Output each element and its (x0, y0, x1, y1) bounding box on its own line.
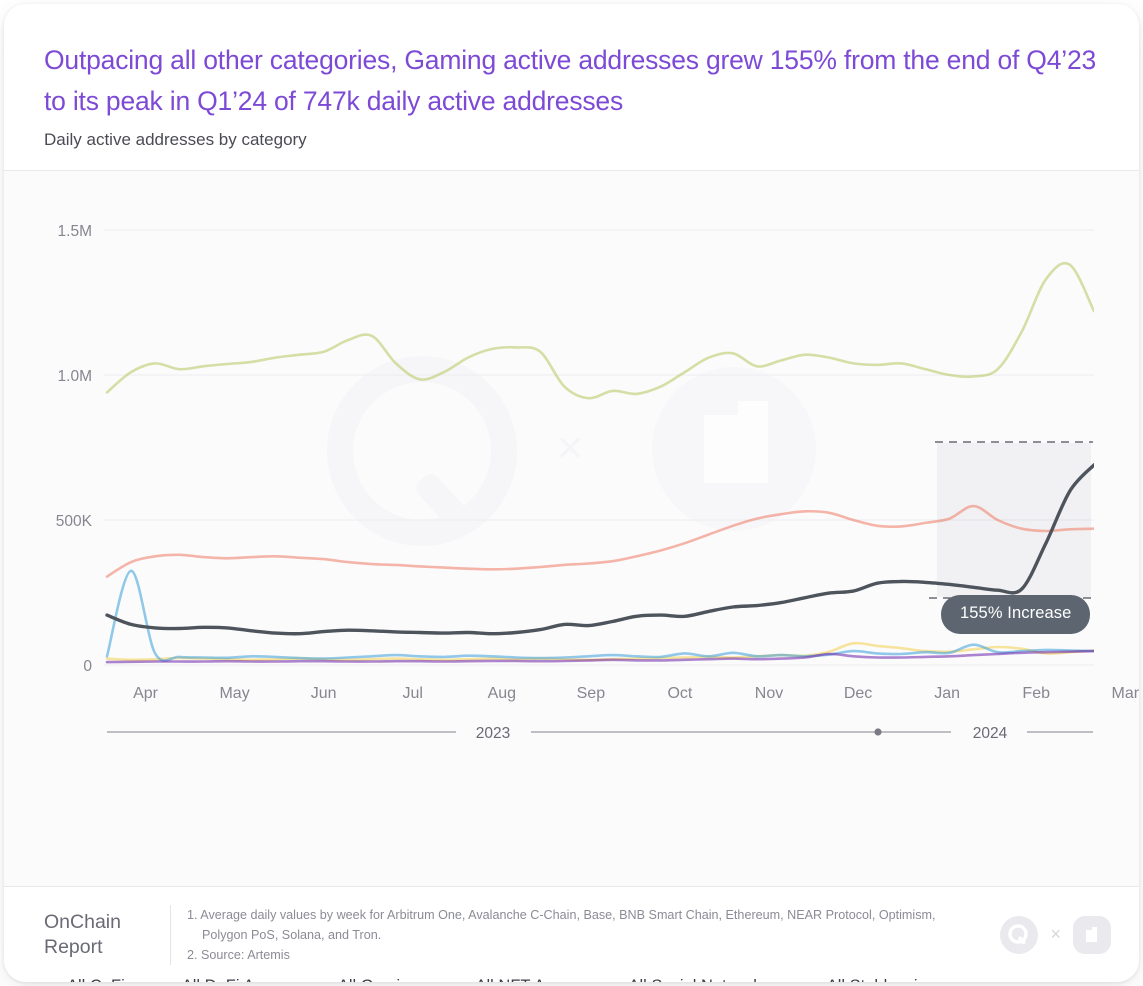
svg-text:2024: 2024 (973, 725, 1008, 742)
svg-text:500K: 500K (56, 513, 93, 530)
legend-label: All DeFi Apps (182, 977, 281, 982)
plot-area: × 0 500K 1.0M 1.5M Apr May Jun Jul Aug S… (4, 171, 1139, 982)
chart-subtitle: Daily active addresses by category (44, 130, 307, 149)
svg-text:May: May (219, 685, 249, 702)
svg-text:Nov: Nov (755, 685, 783, 702)
svg-text:Jan: Jan (934, 685, 960, 702)
page-title: Outpacing all other categories, Gaming a… (44, 45, 1097, 116)
footer-logos: × (1000, 915, 1111, 954)
svg-text:Oct: Oct (667, 685, 692, 702)
legend-color-dot (609, 981, 620, 982)
legend-item[interactable]: All DeFi Apps (162, 977, 281, 982)
svg-text:Jul: Jul (403, 685, 423, 702)
legend-label: All Stablecoins (827, 977, 935, 982)
footnote-2: 2. Source: Artemis (187, 947, 290, 962)
report-card: Outpacing all other categories, Gaming a… (4, 4, 1139, 982)
legend-label: All Social Networks (629, 977, 770, 982)
chart-body: × 0 500K 1.0M 1.5M Apr May Jun Jul Aug S… (4, 171, 1139, 982)
legend-label: All Gaming (338, 977, 419, 982)
svg-text:2023: 2023 (476, 725, 510, 742)
legend-label: All CeFi (67, 977, 125, 982)
svg-text:Apr: Apr (133, 685, 159, 702)
y-axis-labels: 0 500K 1.0M 1.5M (56, 223, 93, 675)
svg-text:Feb: Feb (1022, 685, 1050, 702)
chart-header: Outpacing all other categories, Gaming a… (4, 4, 1139, 171)
legend-item[interactable]: All Social Networks (609, 977, 770, 982)
svg-text:×: × (557, 421, 584, 473)
annotation-badge: 155% Increase (941, 595, 1091, 634)
series-line (105, 261, 1094, 400)
chart-footer: OnChain Report 1. Average daily values b… (4, 886, 1139, 982)
legend-color-dot (456, 981, 467, 982)
x-separator-icon: × (1050, 924, 1061, 944)
legend-item[interactable]: All NFT Apps (456, 977, 572, 982)
watermark: × (327, 356, 816, 546)
chart-legend: All CeFi All DeFi Apps All Gaming All NFT A… (48, 977, 973, 982)
legend-item[interactable]: All Gaming (318, 977, 419, 982)
svg-text:Sep: Sep (577, 685, 606, 702)
svg-text:Aug: Aug (488, 685, 516, 702)
legend-item[interactable]: All Stablecoins (807, 977, 935, 982)
legend-color-dot (807, 981, 818, 982)
svg-text:Jun: Jun (311, 685, 337, 702)
svg-text:Dec: Dec (844, 685, 872, 702)
legend-color-dot (318, 981, 329, 982)
year-axis: 2023 2024 (107, 725, 1093, 742)
legend-item[interactable]: All CeFi (48, 977, 125, 982)
footnotes: 1. Average daily values by week for Arbi… (170, 904, 982, 965)
legend-label: All NFT Apps (476, 977, 572, 982)
artemis-logo-icon (1073, 915, 1111, 954)
line-chart: × 0 500K 1.0M 1.5M Apr May Jun Jul Aug Sep … (56, 223, 1139, 742)
svg-text:1.5M: 1.5M (58, 223, 92, 240)
q-logo-icon (1000, 915, 1039, 954)
legend-color-dot (162, 981, 173, 982)
x-axis-labels: Apr May Jun Jul Aug Sep Oct Nov Dec Jan Feb Mar (133, 685, 1139, 702)
svg-text:0: 0 (83, 658, 92, 675)
brand-name: OnChain Report (44, 910, 121, 958)
footnote-1: 1. Average daily values by week for Arbi… (187, 907, 936, 942)
svg-text:1.0M: 1.0M (58, 368, 92, 385)
legend-color-dot (48, 981, 58, 982)
highlight-region (929, 441, 1093, 599)
svg-text:Mar: Mar (1112, 685, 1139, 702)
